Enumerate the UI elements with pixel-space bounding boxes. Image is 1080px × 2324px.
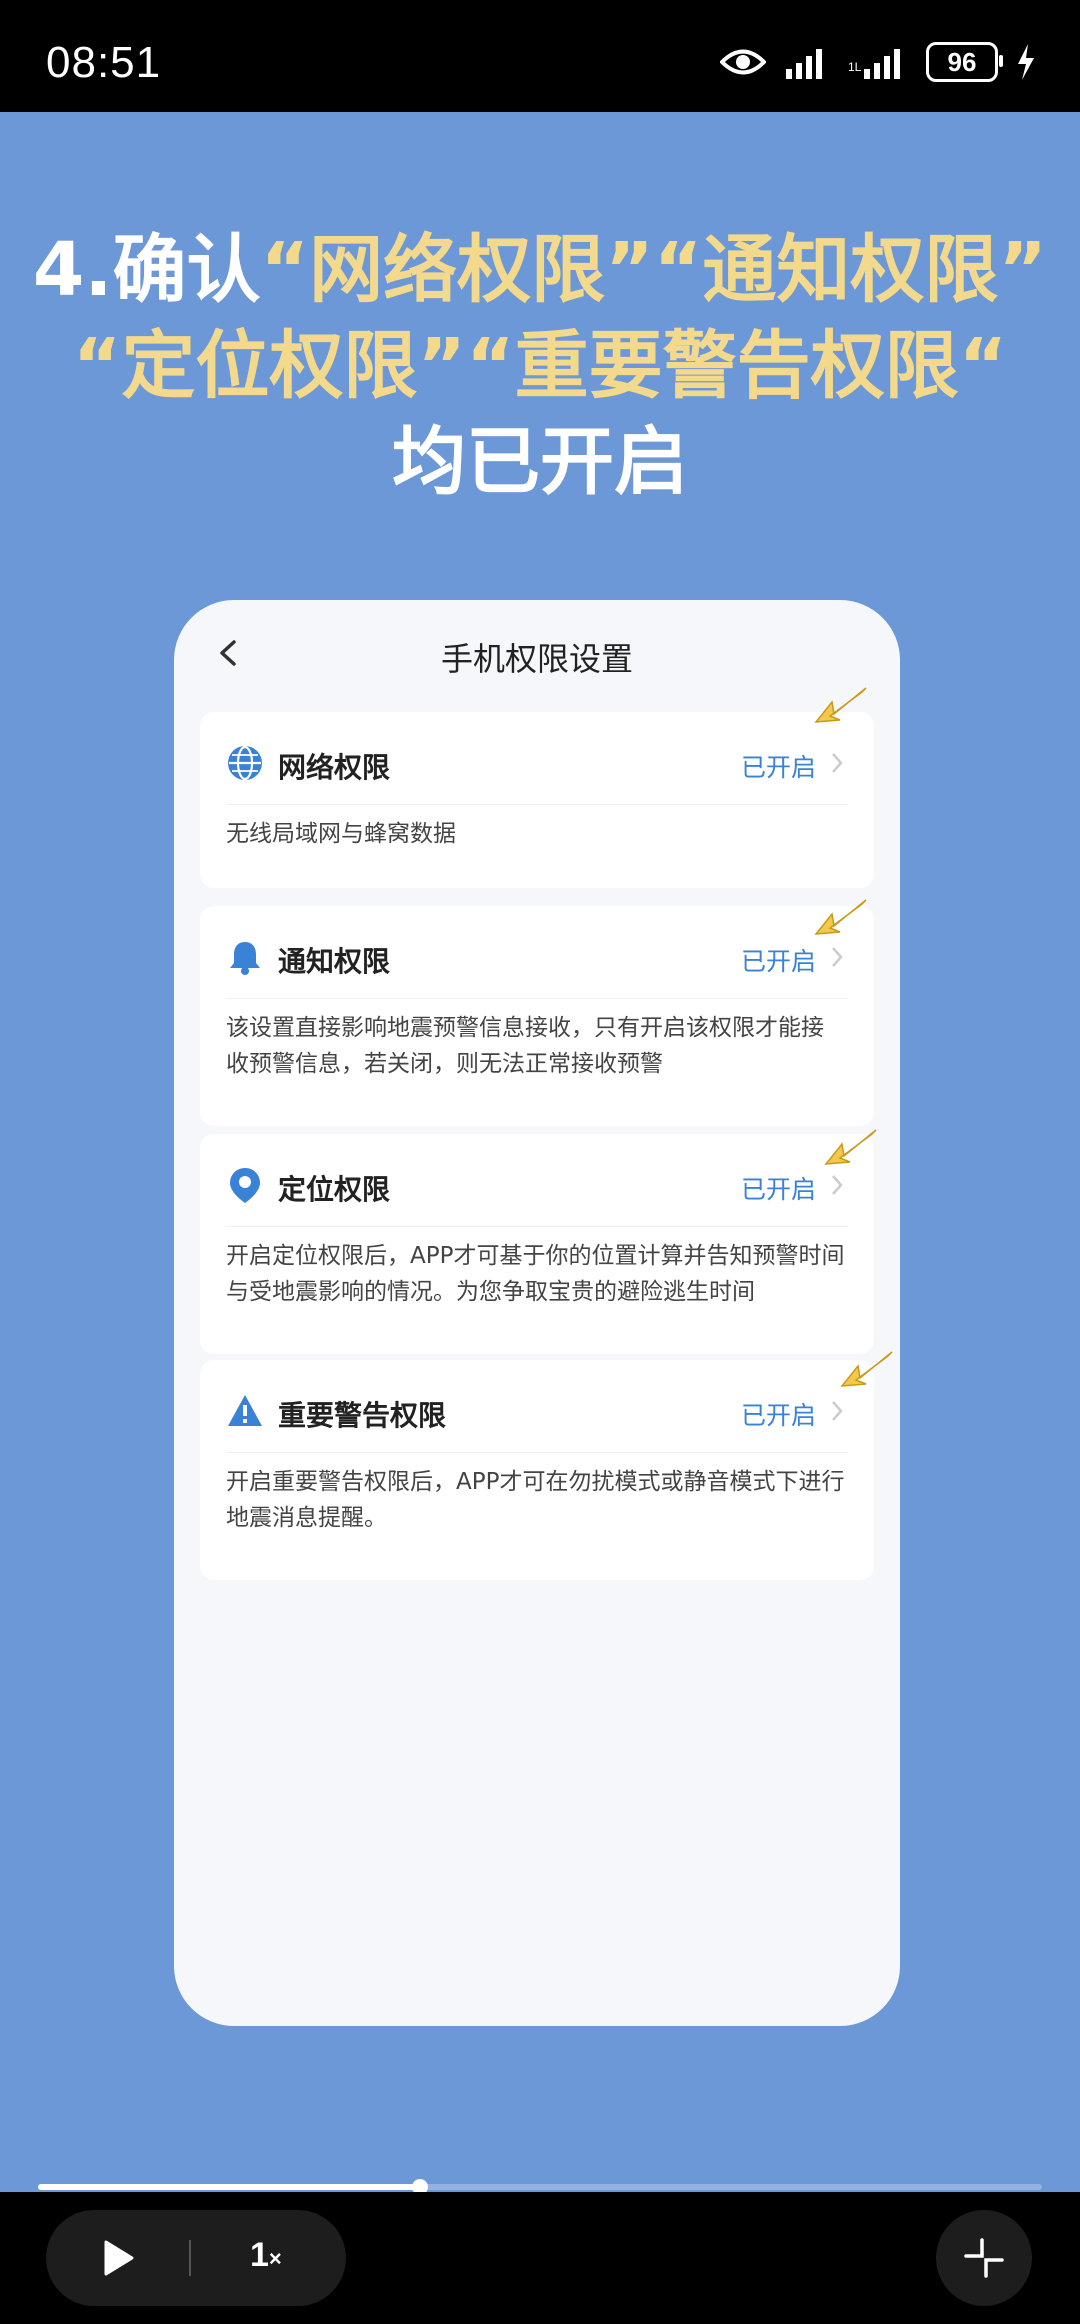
permission-row[interactable]: 重要警告权限 已开启 [200, 1360, 874, 1460]
permission-status: 已开启 [740, 947, 816, 976]
warning-icon [228, 1395, 262, 1426]
progress-fill [38, 2184, 420, 2190]
phone-title: 手机权限设置 [440, 640, 633, 678]
collapse-icon [964, 2238, 1004, 2278]
permission-status: 已开启 [740, 753, 816, 782]
video-frame[interactable]: 4.确认“网络权限”“通知权限” “定位权限”“重要警告权限“ 均已开启 手机权… [0, 112, 1080, 2192]
permission-card-notification[interactable]: 通知权限 已开启 该设置直接影响地震预警信息接收，只有开启该权限才能接收预警信息… [200, 906, 874, 1126]
speed-suffix: × [268, 2246, 282, 2271]
battery-icon: 96 [926, 42, 1003, 82]
permission-card-critical-alert[interactable]: 重要警告权限 已开启 开启重要警告权限后，APP才可在勿扰模式或静音模式下进行地… [200, 1360, 874, 1580]
permission-row[interactable]: 通知权限 已开启 [200, 906, 874, 1006]
bell-icon [230, 942, 260, 975]
phone-screen: 手机权限设置 网络权限 已开启 无线局域网与蜂窝数据 通知权限 已开启 该设置直… [174, 600, 900, 2026]
status-time: 08:51 [46, 38, 162, 87]
permission-description: 开启重要警告权限后，APP才可在勿扰模式或静音模式下进行地震消息提醒。 [226, 1469, 845, 1531]
permission-title: 通知权限 [278, 945, 391, 978]
permission-title: 定位权限 [278, 1173, 391, 1206]
permission-description: 开启定位权限后，APP才可基于你的位置计算并告知预警时间与受地震影响的情况。为您… [226, 1243, 845, 1305]
arrow-pointer-icon [824, 1129, 877, 1165]
player-controls: 1× [0, 2192, 1080, 2324]
permission-title: 重要警告权限 [278, 1399, 447, 1432]
globe-icon [228, 745, 262, 781]
headline-line-1: 4.确认“网络权限”“通知权限” [0, 222, 1080, 318]
arrow-pointer-icon [814, 899, 867, 935]
permission-title: 网络权限 [278, 751, 391, 784]
status-bar: 08:51 1L 96 [0, 0, 1080, 112]
eye-icon [720, 49, 766, 75]
play-icon[interactable] [98, 2238, 138, 2278]
chevron-right-icon [832, 1401, 843, 1421]
divider [226, 998, 848, 999]
charging-icon [1018, 44, 1034, 80]
battery-level: 96 [947, 46, 977, 77]
location-pin-icon [230, 1168, 260, 1203]
permission-row[interactable]: 定位权限 已开启 [200, 1134, 874, 1234]
headline: 4.确认“网络权限”“通知权限” “定位权限”“重要警告权限“ 均已开启 [0, 222, 1080, 510]
playback-speed-button[interactable]: 1× [250, 2236, 282, 2275]
exit-fullscreen-button[interactable] [936, 2210, 1032, 2306]
arrow-pointer-icon [814, 687, 867, 723]
headline-prefix: 4.确认 [32, 227, 261, 313]
headline-line-2: “定位权限”“重要警告权限“ [72, 323, 1008, 409]
phone-header: 手机权限设置 [174, 600, 900, 710]
playback-pill: 1× [46, 2210, 346, 2306]
svg-text:1L: 1L [848, 60, 862, 74]
arrow-pointer-icon [840, 1351, 893, 1387]
signal-icon-2: 1L [848, 49, 900, 79]
permission-status: 已开启 [740, 1401, 816, 1430]
progress-bar[interactable] [38, 2179, 1042, 2195]
divider [226, 804, 848, 805]
headline-network: “网络权限” [260, 227, 654, 313]
chevron-right-icon [832, 947, 843, 967]
divider [226, 1452, 848, 1453]
chevron-right-icon [832, 1175, 843, 1195]
permission-status: 已开启 [740, 1175, 816, 1204]
headline-line-3: 均已开启 [392, 419, 688, 505]
signal-icon [786, 49, 822, 79]
status-icons: 1L 96 [720, 40, 1036, 84]
chevron-right-icon [832, 753, 843, 773]
permission-card-location[interactable]: 定位权限 已开启 开启定位权限后，APP才可基于你的位置计算并告知预警时间与受地… [200, 1134, 874, 1354]
headline-notification: “通知权限” [653, 227, 1048, 313]
permission-card-network[interactable]: 网络权限 已开启 无线局域网与蜂窝数据 [200, 712, 874, 888]
permission-description: 无线局域网与蜂窝数据 [226, 821, 456, 847]
permission-description: 该设置直接影响地震预警信息接收，只有开启该权限才能接收预警信息，若关闭，则无法正… [226, 1015, 824, 1077]
permission-row[interactable]: 网络权限 已开启 [200, 712, 874, 812]
speed-value: 1 [250, 2236, 269, 2274]
divider [189, 2240, 191, 2276]
divider [226, 1226, 848, 1227]
